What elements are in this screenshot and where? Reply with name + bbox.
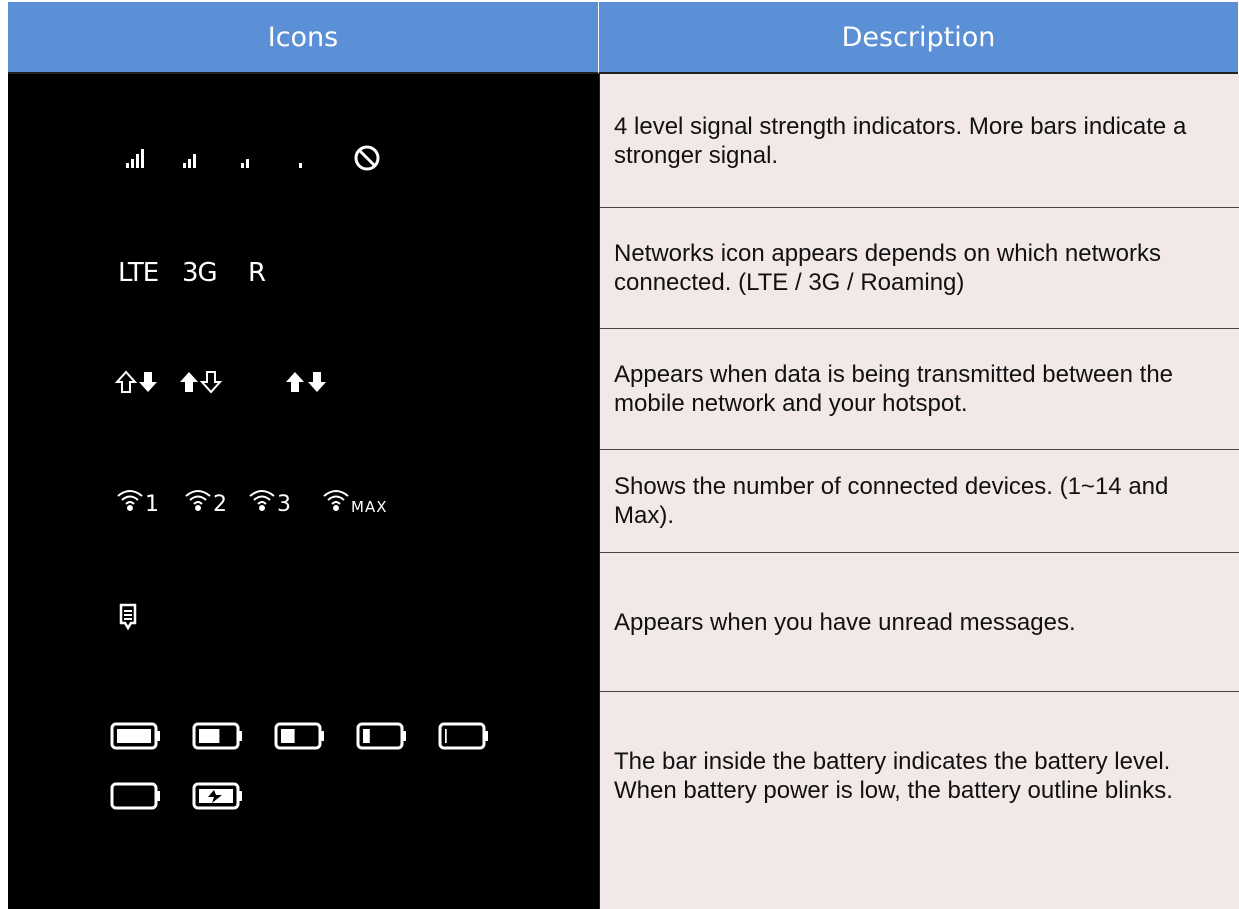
header-icons: Icons: [8, 2, 599, 74]
lte-label: LTE: [118, 258, 159, 288]
battery-icons: [110, 722, 488, 810]
device-count-2: 2: [213, 492, 227, 517]
battery-level-icon: [192, 722, 242, 750]
icon-description-table: Icons Description LTE 3G R 1 2 3 MAX 4 l…: [8, 2, 1239, 909]
message-row: [8, 599, 599, 639]
device-count-3: 3: [277, 492, 291, 517]
signal-1-bar-icon: [299, 163, 302, 168]
wifi-icon: [185, 490, 211, 511]
data-transfer-icons: [114, 370, 326, 394]
header-description: Description: [599, 2, 1238, 74]
description-connected-devices: Shows the number of connected devices. (…: [600, 450, 1239, 553]
signal-icons-row: [8, 134, 599, 194]
data-transfer-row: [8, 364, 599, 414]
battery-level-icon: [274, 722, 324, 750]
battery-charging-icon: [192, 782, 242, 810]
device-count-1: 1: [145, 492, 159, 517]
device-count-max: MAX: [351, 498, 388, 516]
description-battery: The bar inside the battery indicates the…: [614, 747, 1173, 804]
data-transferring-icon: [286, 372, 326, 392]
description-network: Networks icon appears depends on which n…: [600, 208, 1239, 329]
description-data-transfer: Appears when data is being transmitted b…: [600, 329, 1239, 450]
signal-3-bars-icon: [183, 154, 196, 168]
description-message: Appears when you have unread messages.: [600, 553, 1239, 692]
3g-label: 3G: [182, 258, 218, 288]
battery-level-icon: [110, 782, 160, 810]
data-uploading-icon: [180, 371, 223, 394]
signal-4-bars-icon: [126, 149, 144, 168]
wifi-icon: [249, 490, 275, 511]
battery-level-icon: [110, 722, 160, 750]
wifi-icons: [117, 490, 349, 511]
battery-level-icon: [438, 722, 488, 750]
icons-column: LTE 3G R 1 2 3 MAX: [8, 74, 599, 909]
roaming-label: R: [248, 258, 266, 288]
network-icons-row: LTE 3G R: [8, 252, 599, 302]
data-downloading-icon: [114, 370, 157, 393]
message-icon: [119, 603, 137, 631]
connected-devices-row: 1 2 3 MAX: [8, 480, 599, 530]
description-signal: 4 level signal strength indicators. More…: [600, 74, 1239, 208]
wifi-icon: [323, 490, 349, 511]
signal-2-bars-icon: [241, 159, 249, 168]
battery-row: [8, 714, 599, 824]
battery-level-icon: [356, 722, 406, 750]
signal-icons: [126, 145, 380, 171]
no-signal-icon: [354, 145, 380, 171]
wifi-icon: [117, 490, 143, 511]
description-column: 4 level signal strength indicators. More…: [599, 74, 1239, 909]
